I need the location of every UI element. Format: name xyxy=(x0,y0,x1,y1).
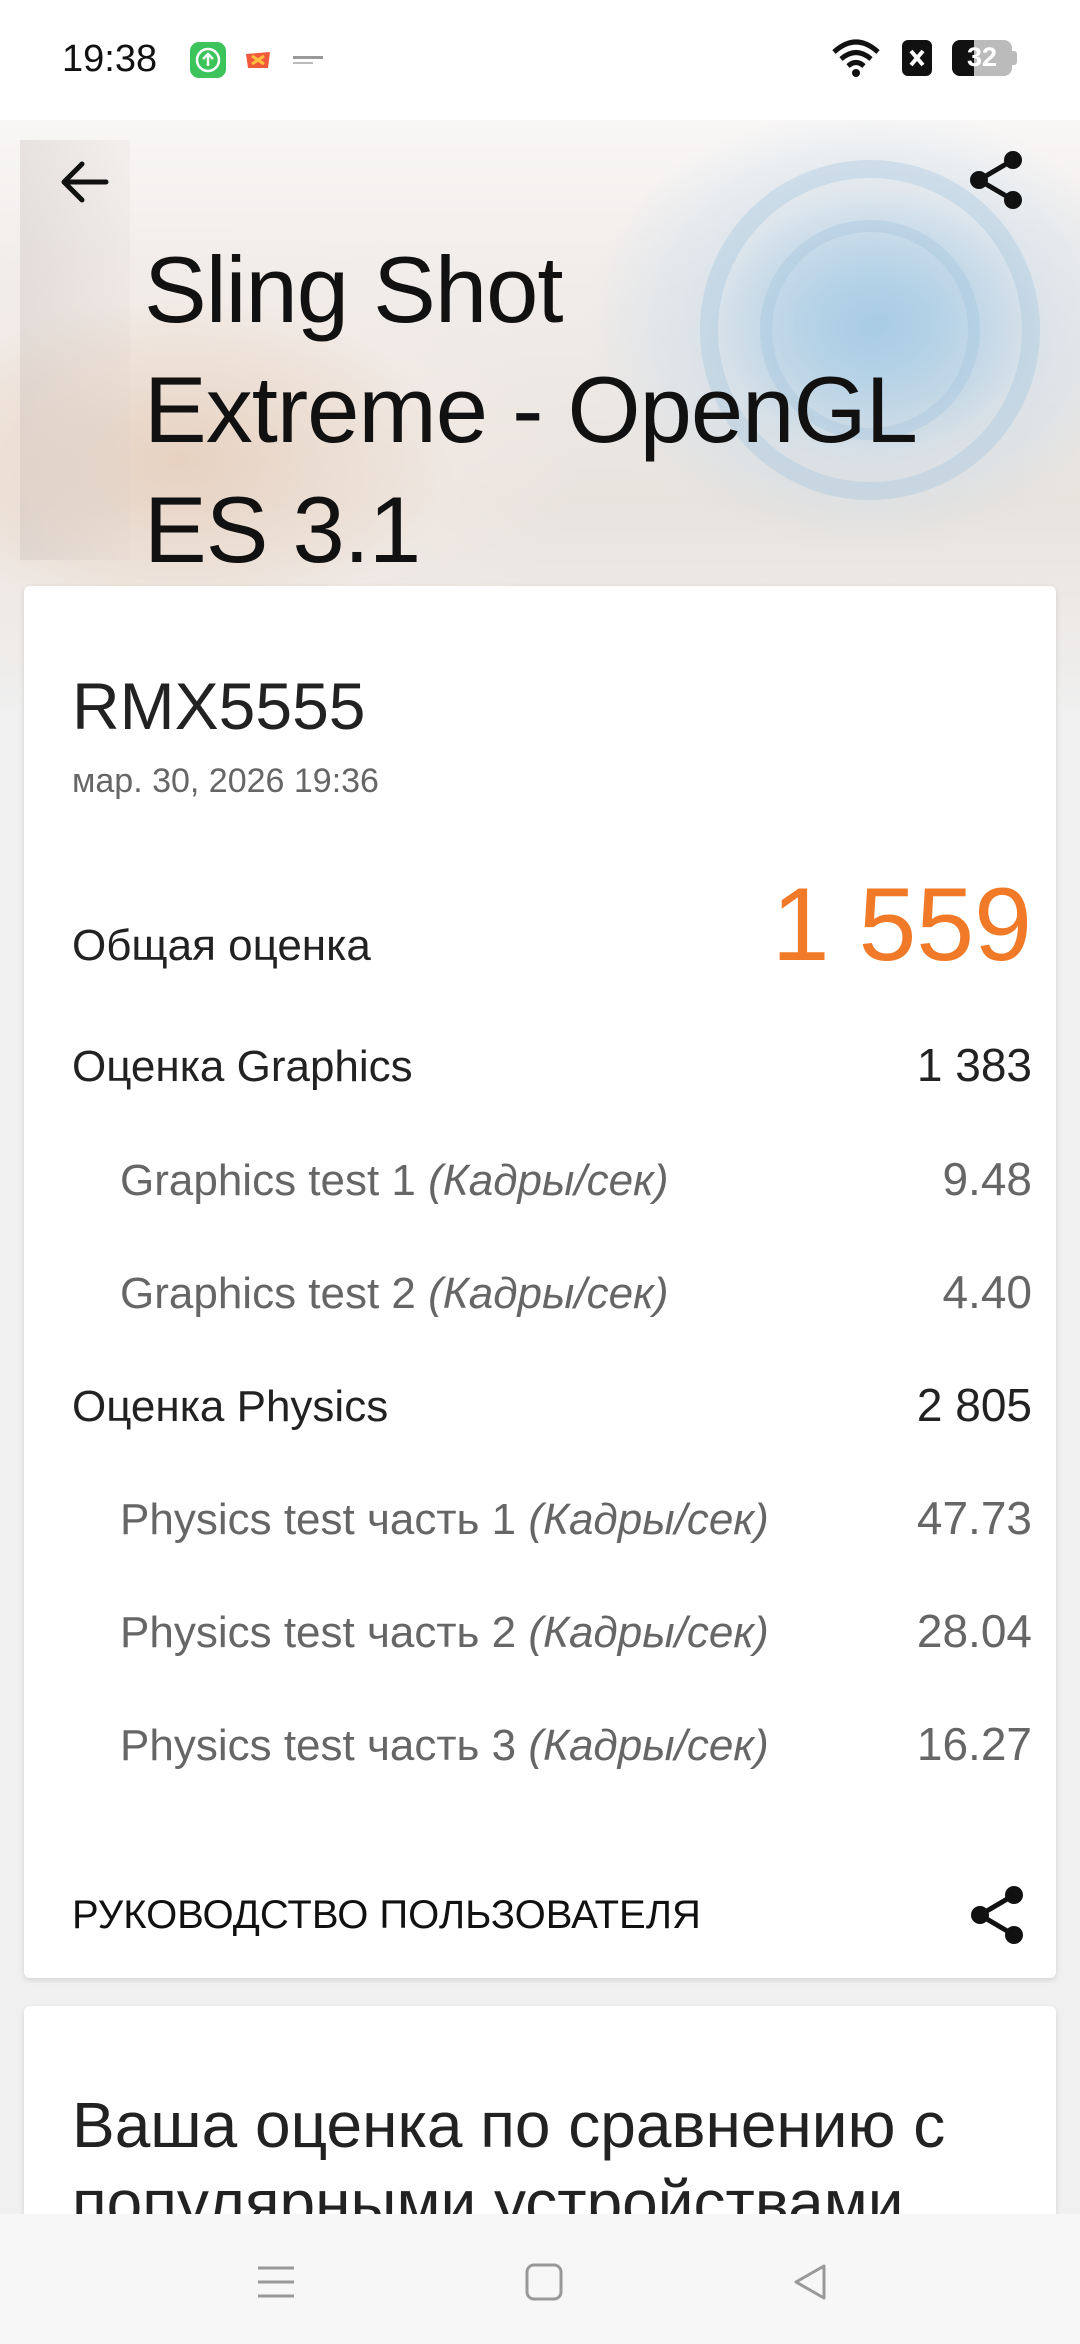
upload-app-icon xyxy=(190,42,226,78)
user-guide-row: РУКОВОДСТВО ПОЛЬЗОВАТЕЛЯ xyxy=(72,1870,1032,1960)
score-label: Оценка Graphics xyxy=(72,1042,413,1091)
title-line: Extreme - OpenGL xyxy=(144,357,918,462)
score-row-graphics-test-2: Graphics test 2 (Кадры/сек) 4.40 xyxy=(72,1265,1032,1319)
wifi-icon xyxy=(832,39,880,77)
score-row-graphics: Оценка Graphics 1 383 xyxy=(72,1038,1032,1092)
user-guide-link[interactable]: РУКОВОДСТВО ПОЛЬЗОВАТЕЛЯ xyxy=(72,1893,701,1938)
score-row-physics: Оценка Physics 2 805 xyxy=(72,1378,1032,1432)
battery-level: 32 xyxy=(966,42,998,72)
share-icon xyxy=(970,151,1022,209)
battery-icon: 32 xyxy=(952,40,1018,76)
score-value: 4.40 xyxy=(942,1266,1032,1318)
score-value: 28.04 xyxy=(916,1605,1032,1657)
unit-label: (Кадры/сек) xyxy=(428,1156,669,1205)
score-label: Physics test часть 1 (Кадры/сек) xyxy=(120,1495,769,1544)
square-icon xyxy=(525,2263,563,2301)
total-score-value: 1 559 xyxy=(771,867,1032,983)
score-value: 2 805 xyxy=(916,1379,1032,1431)
unit-label: (Кадры/сек) xyxy=(428,1269,669,1318)
score-row-physics-test-3: Physics test часть 3 (Кадры/сек) 16.27 xyxy=(72,1717,1032,1771)
score-label: Оценка Physics xyxy=(72,1382,389,1431)
game-app-icon xyxy=(240,42,276,78)
realme-app-icon xyxy=(290,42,326,78)
arrow-left-icon xyxy=(61,161,109,203)
back-button[interactable] xyxy=(52,150,116,214)
page: 19:38 32 Sling Shot Extreme - OpenGL ES … xyxy=(0,0,1080,2344)
score-label: Physics test часть 2 (Кадры/сек) xyxy=(120,1608,769,1657)
total-score-label: Общая оценка xyxy=(72,921,371,970)
share-icon xyxy=(971,1886,1023,1944)
navigation-bar xyxy=(0,2214,1080,2344)
total-score-row: Общая оценка 1 559 xyxy=(72,866,1032,985)
share-button[interactable] xyxy=(964,148,1028,212)
score-row-physics-test-2: Physics test часть 2 (Кадры/сек) 28.04 xyxy=(72,1604,1032,1658)
unit-label: (Кадры/сек) xyxy=(528,1608,769,1657)
result-share-button[interactable] xyxy=(962,1880,1032,1950)
score-label: Physics test часть 3 (Кадры/сек) xyxy=(120,1721,769,1770)
result-card: RMX5555 мар. 30, 2026 19:36 Общая оценка… xyxy=(24,586,1056,1978)
notification-icons xyxy=(190,42,326,78)
device-name: RMX5555 xyxy=(72,669,366,743)
menu-icon xyxy=(258,2266,294,2298)
score-value: 16.27 xyxy=(916,1718,1032,1770)
recent-apps-button[interactable] xyxy=(246,2252,306,2312)
score-label: Graphics test 2 (Кадры/сек) xyxy=(120,1269,669,1318)
triangle-back-icon xyxy=(794,2264,826,2300)
back-nav-button[interactable] xyxy=(780,2252,840,2312)
score-row-physics-test-1: Physics test часть 1 (Кадры/сек) 47.73 xyxy=(72,1491,1032,1545)
system-status-icons: 32 xyxy=(830,38,1018,78)
unit-label: (Кадры/сек) xyxy=(528,1721,769,1770)
result-date: мар. 30, 2026 19:36 xyxy=(72,762,379,800)
unit-label: (Кадры/сек) xyxy=(528,1495,769,1544)
score-value: 1 383 xyxy=(916,1039,1032,1091)
page-title: Sling Shot Extreme - OpenGL ES 3.1 xyxy=(144,230,1024,590)
status-bar: 19:38 32 xyxy=(0,0,1080,120)
status-time: 19:38 xyxy=(62,38,158,80)
score-value: 47.73 xyxy=(916,1492,1032,1544)
home-button[interactable] xyxy=(514,2252,574,2312)
title-line: ES 3.1 xyxy=(144,477,421,582)
score-row-graphics-test-1: Graphics test 1 (Кадры/сек) 9.48 xyxy=(72,1152,1032,1206)
sim-off-icon xyxy=(902,40,932,76)
score-label: Graphics test 1 (Кадры/сек) xyxy=(120,1156,669,1205)
score-value: 9.48 xyxy=(942,1153,1032,1205)
title-line: Sling Shot xyxy=(144,237,564,342)
